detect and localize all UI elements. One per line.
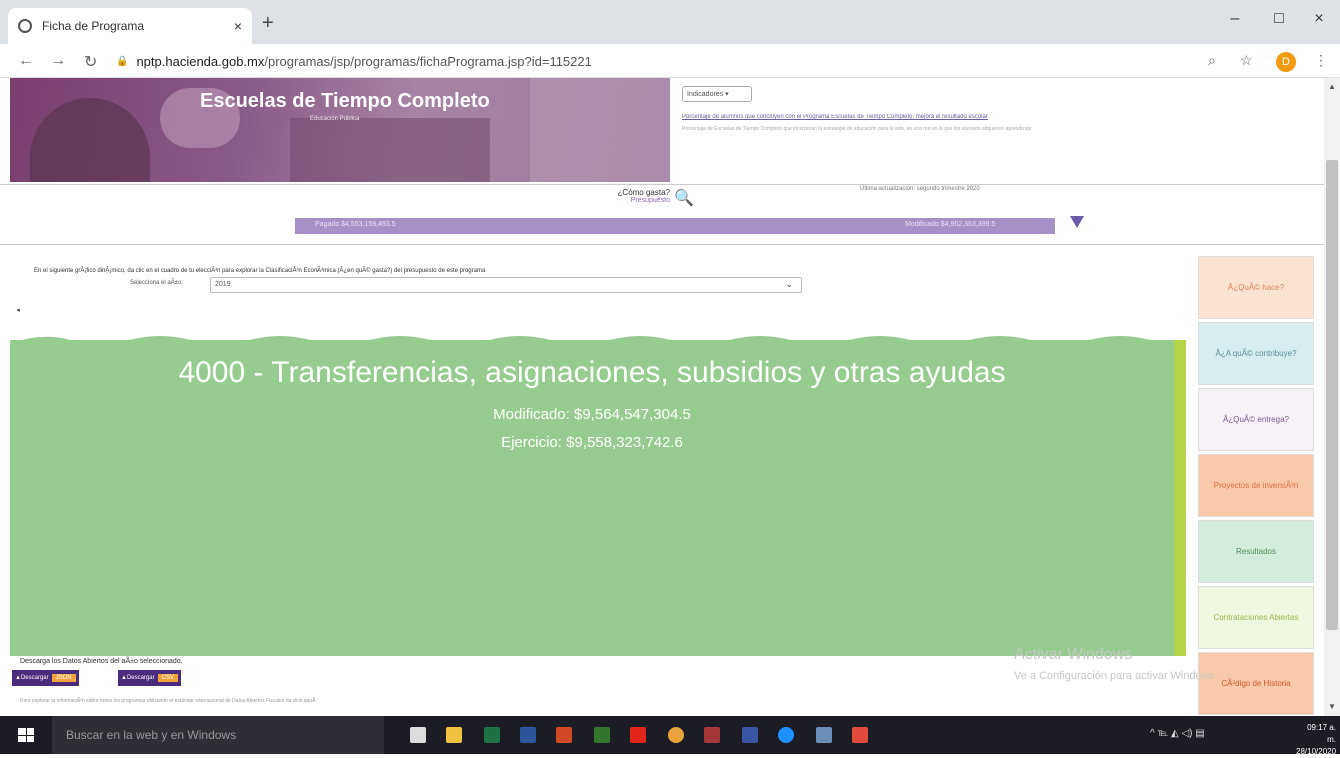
last-update-text: Última actualización: segundo trimestre … [860, 186, 980, 192]
reload-icon[interactable]: ↻ [84, 52, 97, 72]
scroll-up-icon[interactable]: ▲ [1328, 82, 1336, 91]
download-button-label: Descargar [126, 675, 155, 681]
sidebar-section-button[interactable]: Â¿QuÃ© entrega? [1198, 388, 1314, 451]
treemap-chart: 4000 - Transferencias, asignaciones, sub… [10, 330, 1186, 656]
budget-bar-modified: Modificado $4,952,353,399.5 [905, 221, 996, 228]
treemap-cell-title: 4000 - Transferencias, asignaciones, sub… [178, 356, 1006, 389]
sidebar-section-button[interactable]: Contrataciones Abiertas [1198, 586, 1314, 649]
activation-watermark-title: Activar Windows [1014, 646, 1133, 663]
indicators-dropdown[interactable]: Indicadores ▾ [682, 86, 752, 102]
filter-funnel-icon[interactable] [1070, 216, 1084, 228]
back-arrow-icon[interactable]: ← [18, 52, 34, 70]
word-icon[interactable] [520, 727, 536, 743]
windows-start-icon[interactable] [18, 728, 34, 742]
system-tray[interactable]: ^ ℡ ◭ ◁) ▤ [1150, 728, 1205, 739]
chevron-down-icon: ⌄ [785, 279, 793, 289]
access-icon[interactable] [704, 727, 720, 743]
menu-dots-icon[interactable]: ⋮ [1314, 52, 1328, 69]
download-format: CSV [157, 674, 178, 682]
budget-bar-paid: Pagado $4,553,159,493.5 [315, 221, 396, 228]
program-title: Escuelas de Tiempo Completo [200, 90, 490, 112]
lock-icon: 🔒 [116, 55, 129, 67]
treemap-cell-ejercicio: Ejercicio: $9,558,323,742.6 [501, 434, 683, 451]
chrome-icon[interactable] [668, 727, 684, 743]
tab-title: Ficha de Programa [42, 19, 145, 33]
treemap-cell-modificado: Modificado: $9,564,547,304.5 [493, 406, 691, 423]
tab-close-button[interactable]: × [234, 18, 242, 34]
treemap-back-button[interactable]: ◂ [12, 306, 24, 318]
sidebar-section-button[interactable]: Â¿QuÃ© hace? [1198, 256, 1314, 319]
download-label: Descarga los Datos Abiertos del aÃ±o sel… [20, 658, 183, 665]
project-icon[interactable] [594, 727, 610, 743]
treemap-cell-small[interactable] [1174, 340, 1186, 656]
open-data-note[interactable]: Para explorar la informaciÃ³n sobre todo… [20, 698, 315, 704]
visio-icon[interactable] [742, 727, 758, 743]
excel-icon[interactable] [484, 727, 500, 743]
chart-instructions: En el siguiente grÃ¡fico dinÃ¡mico, da c… [34, 268, 486, 274]
clock-date: 28/10/2020 [1296, 747, 1337, 756]
acrobat-icon[interactable] [630, 727, 646, 743]
scroll-down-icon[interactable]: ▼ [1328, 702, 1336, 711]
windows-taskbar: Buscar en la web y en Windows ^ ℡ ◭ ◁) ▤… [0, 716, 1340, 756]
divider [0, 184, 1324, 185]
page-content: Escuelas de Tiempo Completo Educación Pú… [0, 78, 1324, 716]
treemap-cell-4000[interactable]: 4000 - Transferencias, asignaciones, sub… [10, 340, 1174, 656]
budget-question: ¿Cómo gasta? Presupuesto [580, 188, 670, 204]
budget-question-title: ¿Cómo gasta? [617, 188, 670, 197]
sidebar-section-button[interactable]: Resultados [1198, 520, 1314, 583]
globe-icon [18, 19, 32, 33]
program-subtitle: Educación Pública [310, 116, 360, 122]
url-field[interactable]: 🔒 nptp.hacienda.gob.mx /programas/jsp/pr… [116, 51, 592, 71]
zoom-icon[interactable]: ⌕ [1208, 52, 1216, 69]
clock-time: 09:17 a. m. [1307, 723, 1336, 744]
address-bar: ← → ↻ 🔒 nptp.hacienda.gob.mx /programas/… [0, 44, 1340, 78]
banner-photo-shape [290, 118, 490, 182]
app-icon[interactable] [816, 727, 832, 743]
budget-bar: Pagado $4,553,159,493.5 Modificado $4,95… [295, 218, 1055, 234]
url-domain: nptp.hacienda.gob.mx [136, 53, 265, 69]
file-explorer-icon[interactable] [446, 727, 462, 743]
activation-watermark-text: Ve a Configuración para activar Windows. [1014, 670, 1219, 682]
year-select[interactable]: 2019 ⌄ [210, 277, 802, 293]
download-format: JSON [51, 674, 76, 682]
browser-tab-bar: Ficha de Programa × + – □ × [0, 0, 1340, 44]
download-csv-button[interactable]: ▲ Descargar CSV [118, 670, 181, 686]
sidebar-section-button[interactable]: Â¿A quÃ© contribuye? [1198, 322, 1314, 385]
new-tab-button[interactable]: + [262, 12, 274, 35]
minimize-button[interactable]: – [1220, 10, 1250, 28]
star-icon[interactable]: ☆ [1240, 52, 1253, 69]
browser-tab[interactable]: Ficha de Programa × [8, 8, 252, 44]
sidebar-section-button[interactable]: Proyectos de inversiÃ³n [1198, 454, 1314, 517]
app-icon[interactable] [852, 727, 868, 743]
taskbar-search[interactable]: Buscar en la web y en Windows [52, 716, 384, 754]
edge-icon[interactable] [778, 727, 794, 743]
task-view-icon[interactable] [410, 727, 426, 743]
profile-avatar[interactable]: D [1276, 52, 1296, 72]
program-banner: Escuelas de Tiempo Completo Educación Pú… [10, 78, 670, 182]
taskbar-clock[interactable]: 09:17 a. m. 28/10/2020 [1296, 722, 1336, 758]
forward-arrow-icon[interactable]: → [50, 52, 66, 70]
budget-question-sub[interactable]: Presupuesto [580, 197, 670, 204]
url-path: /programas/jsp/programas/fichaPrograma.j… [264, 53, 592, 69]
close-window-button[interactable]: × [1304, 10, 1334, 28]
download-button-label: Descargar [20, 675, 49, 681]
divider [0, 244, 1324, 245]
year-value: 2019 [215, 281, 231, 288]
powerpoint-icon[interactable] [556, 727, 572, 743]
year-label: Selecciona el aÃ±o: [130, 280, 183, 286]
banner-photo-shape [30, 98, 150, 182]
scrollbar-thumb[interactable] [1326, 160, 1338, 630]
sidebar-section-button[interactable]: CÃ³digo de Historia [1198, 652, 1314, 715]
maximize-button[interactable]: □ [1264, 10, 1294, 28]
indicator-note: Porcentaje de Escuelas de Tiempo Complet… [682, 126, 1032, 132]
magnifier-icon[interactable]: 🔍 [674, 188, 694, 208]
indicator-link[interactable]: Porcentaje de alumnos que concluyen con … [682, 114, 1182, 120]
banner-photo-shape [530, 78, 670, 182]
download-json-button[interactable]: ▲ Descargar JSON [12, 670, 79, 686]
